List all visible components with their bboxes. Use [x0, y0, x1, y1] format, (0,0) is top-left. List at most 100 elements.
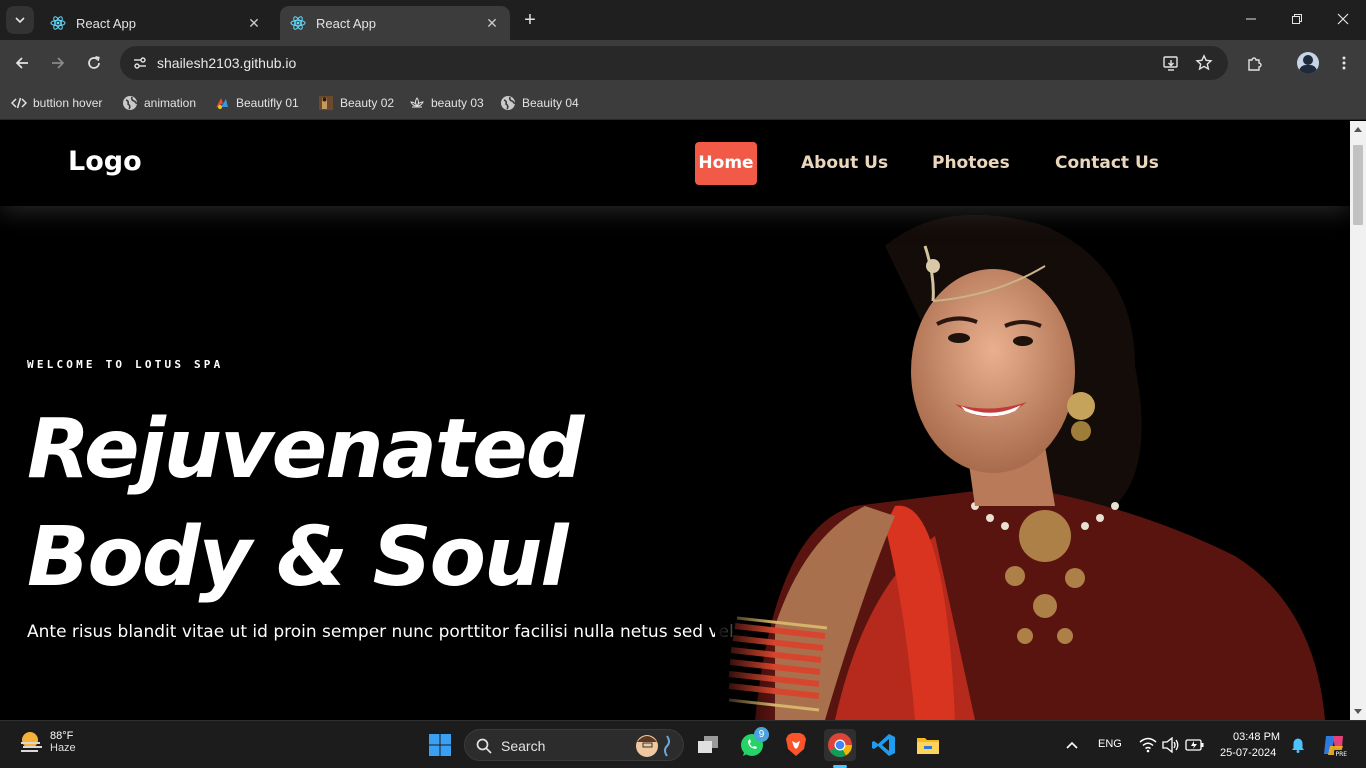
copilot-icon: PRE [1324, 736, 1348, 758]
sun-haze-icon [21, 732, 42, 752]
bookmark-label: Beauty 02 [340, 96, 395, 110]
lotus-icon [409, 95, 425, 111]
windows-taskbar: 88°F Haze Search 9 ENG 03:48 PM 25-07-20… [0, 720, 1366, 768]
folder-icon [917, 738, 939, 754]
browser-toolbar: shailesh2103.github.io [0, 40, 1366, 86]
reload-icon [88, 56, 100, 69]
copilot-button[interactable]: PRE [1318, 729, 1350, 761]
globe-icon [500, 95, 516, 111]
start-button[interactable] [424, 729, 456, 761]
site-navbar: Logo Home About Us Photoes Contact Us [0, 121, 1350, 206]
more-menu-icon[interactable] [1332, 51, 1356, 75]
chrome-taskbar-button[interactable] [824, 729, 856, 768]
speaker-icon [1162, 737, 1179, 753]
bookmark-item[interactable]: Beauity 04 [500, 93, 579, 113]
clock-time[interactable]: 03:48 PM [1233, 731, 1280, 743]
svg-text:PRE: PRE [1336, 751, 1348, 758]
bookmark-item[interactable]: beauty 03 [409, 93, 484, 113]
minimize-button[interactable] [1236, 8, 1266, 32]
forward-button[interactable] [46, 51, 70, 75]
site-info-icon[interactable] [128, 51, 152, 75]
vscode-icon [872, 734, 895, 756]
image-thumb-icon [318, 95, 334, 111]
chevron-down-icon [15, 17, 25, 24]
page-scrollbar[interactable] [1350, 121, 1366, 720]
bookmark-label: Beautifly 01 [236, 96, 299, 110]
show-hidden-icons-button[interactable] [1056, 729, 1088, 761]
weather-condition: Haze [50, 742, 76, 754]
react-logo-icon [50, 15, 66, 31]
brave-lion-icon [786, 733, 806, 756]
scroll-up-arrow-icon[interactable] [1354, 127, 1362, 132]
install-app-icon[interactable] [1160, 52, 1182, 74]
windows-logo-icon [429, 734, 451, 756]
taskbar-search[interactable]: Search [464, 729, 684, 761]
bookmark-item[interactable]: buttion hover [11, 93, 102, 113]
tab-search-button[interactable] [6, 6, 34, 34]
weather-widget[interactable]: 88°F Haze [18, 729, 76, 755]
whatsapp-badge: 9 [754, 727, 769, 742]
battery-button[interactable] [1179, 729, 1211, 761]
brave-taskbar-button[interactable] [780, 729, 812, 761]
extensions-icon[interactable] [1243, 51, 1267, 75]
bookmark-item[interactable]: animation [122, 93, 196, 113]
react-logo-icon [290, 15, 306, 31]
tab-title: React App [316, 15, 376, 31]
scroll-down-arrow-icon[interactable] [1354, 709, 1362, 714]
battery-charging-icon [1185, 739, 1204, 751]
close-icon [1337, 13, 1349, 25]
vscode-taskbar-button[interactable] [868, 729, 900, 761]
tab-react-app-2[interactable]: React App ✕ [280, 6, 510, 40]
language-indicator[interactable]: ENG [1098, 738, 1122, 750]
task-view-button[interactable] [692, 729, 724, 761]
minimize-icon [1246, 18, 1256, 20]
bell-icon [1292, 738, 1304, 753]
reload-button[interactable] [82, 51, 106, 75]
arrow-left-icon [15, 57, 28, 69]
close-tab-icon[interactable]: ✕ [246, 15, 262, 31]
headline-line-1: Rejuvenated [27, 402, 584, 497]
address-bar[interactable]: shailesh2103.github.io [120, 46, 1228, 80]
chevron-up-icon [1066, 741, 1078, 749]
bookmark-label: Beauity 04 [522, 96, 579, 110]
whatsapp-taskbar-button[interactable]: 9 [736, 727, 769, 761]
nav-contact-us[interactable]: Contact Us [1055, 142, 1159, 185]
hero-headline: Rejuvenated Body & Soul [27, 396, 584, 612]
file-explorer-taskbar-button[interactable] [912, 729, 944, 761]
bookmark-label: animation [144, 96, 197, 110]
page-viewport: Logo Home About Us Photoes Contact Us WE… [0, 121, 1350, 720]
close-tab-icon[interactable]: ✕ [484, 15, 500, 31]
bookmark-item[interactable]: Beauty 02 [318, 93, 394, 113]
task-view-icon [698, 736, 718, 753]
browser-tab-strip: React App ✕ React App ✕ + [0, 0, 1366, 40]
nav-home[interactable]: Home [695, 142, 757, 185]
back-button[interactable] [10, 51, 34, 75]
clock-date[interactable]: 25-07-2024 [1220, 747, 1276, 759]
bookmark-item[interactable]: Beautifly 01 [214, 93, 299, 113]
arrow-right-icon [52, 57, 65, 69]
scrollbar-thumb[interactable] [1353, 145, 1363, 225]
headline-line-2: Body & Soul [27, 510, 568, 605]
bookmark-label: buttion hover [33, 96, 103, 110]
close-window-button[interactable] [1328, 8, 1358, 32]
colorful-logo-icon [214, 95, 230, 111]
profile-avatar[interactable] [1296, 51, 1320, 75]
code-icon [11, 95, 27, 111]
notifications-button[interactable] [1282, 729, 1314, 761]
nav-about-us[interactable]: About Us [801, 142, 888, 185]
bookmark-star-icon[interactable] [1193, 52, 1215, 74]
site-logo[interactable]: Logo [68, 146, 142, 177]
restore-button[interactable] [1282, 8, 1312, 32]
search-label: Search [501, 738, 546, 754]
bookmarks-bar: buttion hover animation Beautifly 01 Bea… [0, 86, 1366, 120]
chrome-icon [828, 733, 852, 758]
new-tab-button[interactable]: + [518, 10, 542, 32]
search-highlight-icon [636, 735, 670, 757]
globe-icon [122, 95, 138, 111]
weather-temperature: 88°F [50, 730, 74, 742]
nav-photoes[interactable]: Photoes [932, 142, 1010, 185]
url-text: shailesh2103.github.io [157, 55, 297, 71]
hero-subtext: Ante risus blandit vitae ut id proin sem… [27, 622, 734, 642]
hero-portrait-image [715, 206, 1325, 720]
tab-react-app-1[interactable]: React App ✕ [40, 6, 272, 40]
